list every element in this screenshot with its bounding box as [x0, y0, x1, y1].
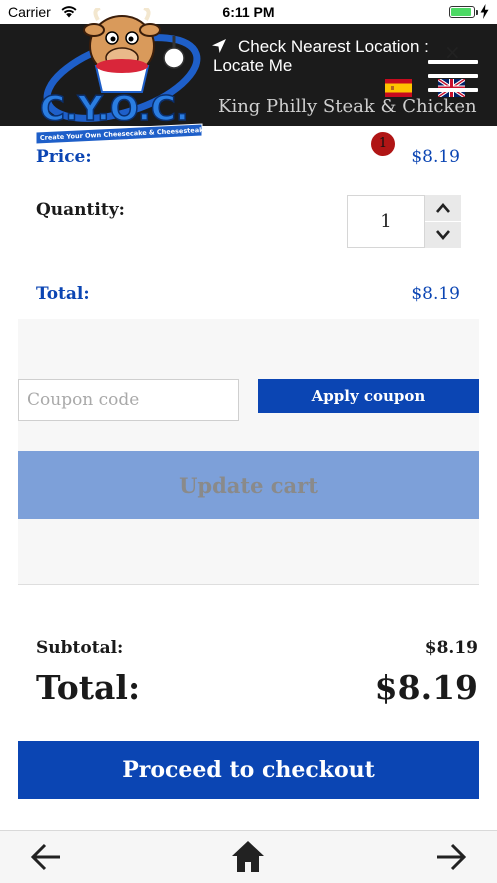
- order-total-value: $8.19: [374, 668, 478, 707]
- forward-arrow-icon[interactable]: [435, 842, 467, 872]
- line-total-label: Total:: [36, 284, 90, 304]
- location-line-1: Check Nearest Location :: [238, 37, 429, 56]
- locate-me-link[interactable]: Check Nearest Location : Locate Me: [213, 37, 453, 75]
- quantity-label: Quantity:: [36, 200, 125, 220]
- location-line-2: Locate Me: [213, 56, 293, 75]
- cyoc-logo[interactable]: C.Y.O.C. Create Your Own Cheesecake & Ch…: [34, 8, 204, 150]
- line-total-value: $8.19: [411, 284, 460, 304]
- update-cart-button[interactable]: Update cart: [18, 451, 479, 519]
- chevron-up-icon: [436, 203, 450, 213]
- charging-bolt-icon: [480, 4, 489, 19]
- subtotal-value: $8.19: [424, 638, 478, 658]
- proceed-to-checkout-button[interactable]: Proceed to checkout: [18, 741, 479, 799]
- chevron-down-icon: [436, 230, 450, 240]
- order-total-label: Total:: [36, 668, 141, 707]
- quantity-increase-button[interactable]: [425, 195, 461, 221]
- hamburger-menu-icon[interactable]: [428, 60, 478, 96]
- apply-coupon-button[interactable]: Apply coupon: [258, 379, 479, 413]
- price-value: $8.19: [411, 147, 460, 167]
- battery-icon: [449, 6, 478, 18]
- logo-text: C.Y.O.C.: [40, 89, 189, 129]
- price-label: Price:: [36, 147, 92, 167]
- spain-flag-icon[interactable]: [385, 79, 412, 97]
- bottom-nav-bar: [0, 830, 497, 883]
- subtotal-label: Subtotal:: [36, 638, 124, 658]
- remove-item-icon[interactable]: ×: [444, 40, 461, 64]
- home-icon[interactable]: [230, 839, 266, 873]
- quantity-input[interactable]: 1: [347, 195, 425, 248]
- product-name: King Philly Steak & Chicken: [218, 96, 477, 117]
- back-arrow-icon[interactable]: [30, 842, 62, 872]
- coupon-code-input[interactable]: [18, 379, 239, 421]
- quantity-decrease-button[interactable]: [425, 222, 461, 248]
- cart-count-badge[interactable]: 1: [371, 132, 395, 156]
